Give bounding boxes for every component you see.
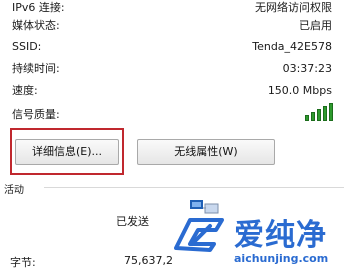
- details-button[interactable]: 详细信息(E)...: [15, 139, 119, 165]
- detail-row-signal: 信号质量:: [12, 107, 332, 123]
- media-state-value: 已启用: [299, 19, 332, 32]
- detail-row-ipv6: IPv6 连接: 无网络访问权限: [12, 0, 332, 16]
- signal-quality-label: 信号质量:: [12, 108, 60, 121]
- bytes-label: 字节:: [10, 256, 36, 269]
- ssid-value: Tenda_42E578: [252, 40, 332, 53]
- signal-strength-icon: [305, 103, 333, 121]
- watermark-url: aichunjing.com: [234, 252, 329, 265]
- bytes-sent-value: 75,637,2: [124, 254, 173, 267]
- detail-row-speed: 速度: 150.0 Mbps: [12, 83, 332, 99]
- ipv6-value: 无网络访问权限: [255, 1, 332, 14]
- media-state-label: 媒体状态:: [12, 19, 60, 32]
- sent-label: 已发送: [116, 215, 149, 228]
- detail-row-ssid: SSID: Tenda_42E578: [12, 39, 332, 55]
- speed-value: 150.0 Mbps: [267, 84, 332, 97]
- aichunjing-logo-icon: [174, 218, 224, 252]
- detail-row-duration: 持续时间: 03:37:23: [12, 61, 332, 77]
- activity-divider: [44, 187, 344, 188]
- speed-label: 速度:: [12, 84, 38, 97]
- watermark-text: 爱纯净: [234, 218, 327, 253]
- ipv6-label: IPv6 连接:: [12, 1, 65, 14]
- activity-title: 活动: [4, 185, 24, 196]
- wireless-properties-button[interactable]: 无线属性(W): [137, 139, 275, 165]
- duration-label: 持续时间:: [12, 62, 60, 75]
- duration-value: 03:37:23: [282, 62, 332, 75]
- ssid-label: SSID:: [12, 40, 42, 53]
- detail-row-media-state: 媒体状态: 已启用: [12, 18, 332, 34]
- watermark: 爱纯净 aichunjing.com: [170, 210, 359, 269]
